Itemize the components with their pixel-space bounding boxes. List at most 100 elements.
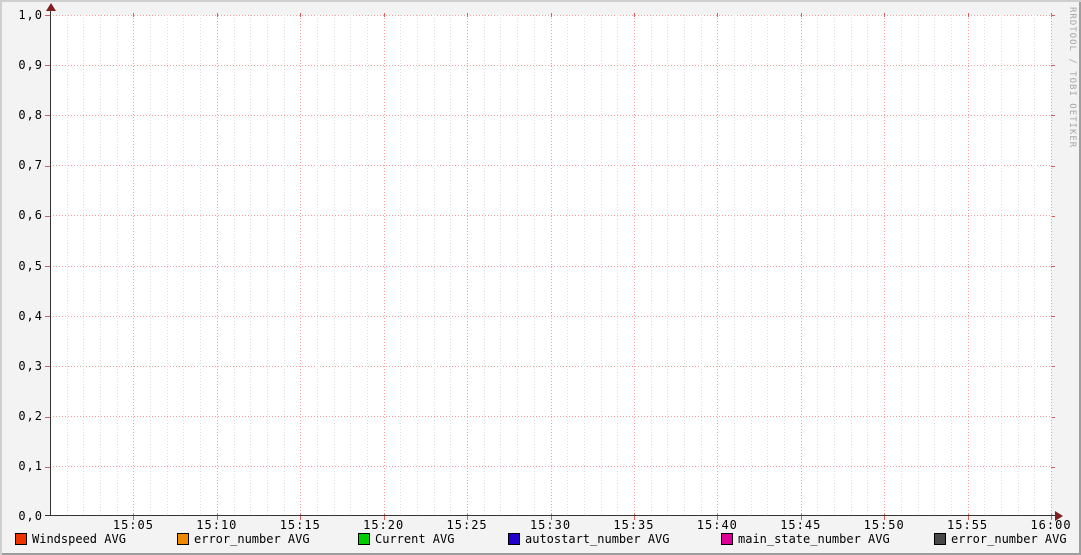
legend-item: error_number AVG (934, 532, 1067, 546)
x-grid-line-minor (617, 15, 619, 516)
x-grid-line-major (383, 13, 385, 520)
x-grid-line-minor (583, 15, 585, 516)
x-grid-line-minor (100, 15, 102, 516)
legend-swatch (177, 533, 189, 545)
x-grid-line-minor (650, 15, 652, 516)
legend-swatch (934, 533, 946, 545)
y-axis-tick-labels: 1,0 0,9 0,8 0,7 0,6 0,5 0,4 0,3 0,2 0,1 0,0 (0, 9, 46, 522)
rrdtool-graph: 1,0 0,9 0,8 0,7 0,6 0,5 0,4 0,3 0,2 0,1 0,0 15:05 1… (0, 0, 1081, 555)
x-grid-line-major (800, 13, 802, 520)
x-grid-line-major (633, 13, 635, 520)
x-grid-line-major (717, 13, 719, 520)
y-tick-label: 1,0 (18, 8, 43, 22)
x-grid-line-minor (1034, 15, 1036, 516)
x-grid-line-minor (767, 15, 769, 516)
x-tick-label: 15:30 (529, 518, 572, 532)
x-grid-line-minor (183, 15, 185, 516)
x-major-tick (550, 13, 552, 17)
legend-label: Current AVG (375, 532, 455, 546)
legend-item: Windspeed AVG (15, 532, 126, 546)
legend-label: error_number AVG (951, 532, 1067, 546)
x-grid-line-minor (917, 15, 919, 516)
x-grid-line-minor (683, 15, 685, 516)
x-grid-line-minor (483, 15, 485, 516)
x-grid-line-minor (166, 15, 168, 516)
legend: Windspeed AVG error_number AVG Current AVG… (0, 532, 1081, 548)
x-grid-line-major (884, 13, 886, 520)
legend-item: Current AVG (358, 532, 454, 546)
x-grid-line-minor (200, 15, 202, 516)
x-grid-line-minor (934, 15, 936, 516)
x-grid-line-minor (1017, 15, 1019, 516)
x-grid-line-major (1051, 13, 1052, 520)
x-major-tick (633, 13, 635, 17)
x-grid-line-major (550, 13, 552, 520)
x-grid-line-minor (750, 15, 752, 516)
x-grid-line-minor (233, 15, 235, 516)
y-tick-label: 0,6 (18, 208, 43, 223)
x-grid-line-minor (417, 15, 419, 516)
x-grid-line-minor (450, 15, 452, 516)
x-grid-line-minor (517, 15, 519, 516)
x-grid-line-minor (283, 15, 285, 516)
x-tick-label: 15:05 (112, 518, 154, 532)
x-grid-line-minor (83, 15, 85, 516)
x-grid-line-minor (984, 15, 986, 516)
legend-item: main_state_number AVG (721, 532, 890, 546)
x-grid-line-minor (900, 15, 902, 516)
x-grid-line-minor (734, 15, 736, 516)
x-grid-line-major (216, 13, 218, 520)
x-grid-line-minor (950, 15, 952, 516)
x-grid-line-minor (350, 15, 352, 516)
x-grid-line-minor (1000, 15, 1002, 516)
legend-label: main_state_number AVG (738, 532, 890, 546)
x-axis-tick-labels: 15:05 15:10 15:15 15:20 15:25 15:30 15:35 15:40… (50, 518, 1071, 533)
x-tick-label: 15:55 (947, 518, 989, 532)
x-tick-label: 15:50 (863, 518, 905, 532)
y-tick-label: 0,1 (18, 458, 43, 473)
y-tick-label: 0,0 (18, 509, 43, 523)
x-tick-label: 15:15 (279, 518, 321, 532)
y-tick-label: 0,2 (18, 408, 43, 423)
x-grid-line-minor (567, 15, 569, 516)
legend-label: error_number AVG (194, 532, 310, 546)
y-tick-label: 0,4 (18, 308, 43, 323)
x-grid-line-minor (116, 15, 118, 516)
x-grid-line-minor (667, 15, 669, 516)
y-tick-label: 0,3 (18, 358, 43, 373)
plot-area (45, 13, 1055, 520)
legend-label: Windspeed AVG (32, 532, 126, 546)
x-axis-line (45, 515, 1055, 516)
y-axis-arrow-icon (46, 3, 56, 11)
x-grid-line-minor (500, 15, 502, 516)
x-grid-line-minor (433, 15, 435, 516)
legend-swatch (508, 533, 520, 545)
watermark: RRDTOOL / TOBI OETIKER (1067, 7, 1077, 149)
x-tick-label: 15:45 (780, 518, 822, 532)
legend-item: autostart_number AVG (508, 532, 670, 546)
x-grid-line-minor (250, 15, 252, 516)
y-axis-line (50, 10, 51, 516)
y-tick-label: 0,5 (18, 258, 43, 273)
x-grid-line-major (133, 13, 135, 520)
x-major-tick (467, 13, 469, 17)
x-major-tick (216, 13, 218, 17)
y-tick-label: 0,7 (18, 158, 43, 173)
x-major-tick (717, 13, 719, 17)
x-major-tick (300, 13, 302, 17)
x-grid-line-minor (850, 15, 852, 516)
x-grid-line-major (467, 13, 469, 520)
x-major-tick (133, 13, 135, 17)
x-tick-label: 15:40 (696, 518, 738, 532)
x-major-tick (884, 13, 886, 17)
x-grid-line-minor (400, 15, 402, 516)
x-grid-line-major (300, 13, 302, 520)
x-grid-line-minor (700, 15, 702, 516)
x-grid-line-minor (66, 15, 68, 516)
x-tick-label: 16:00 (1030, 518, 1072, 532)
x-major-tick (800, 13, 802, 17)
legend-swatch (15, 533, 27, 545)
x-grid-line-minor (600, 15, 602, 516)
x-tick-label: 15:35 (613, 518, 655, 532)
legend-item: error_number AVG (177, 532, 310, 546)
